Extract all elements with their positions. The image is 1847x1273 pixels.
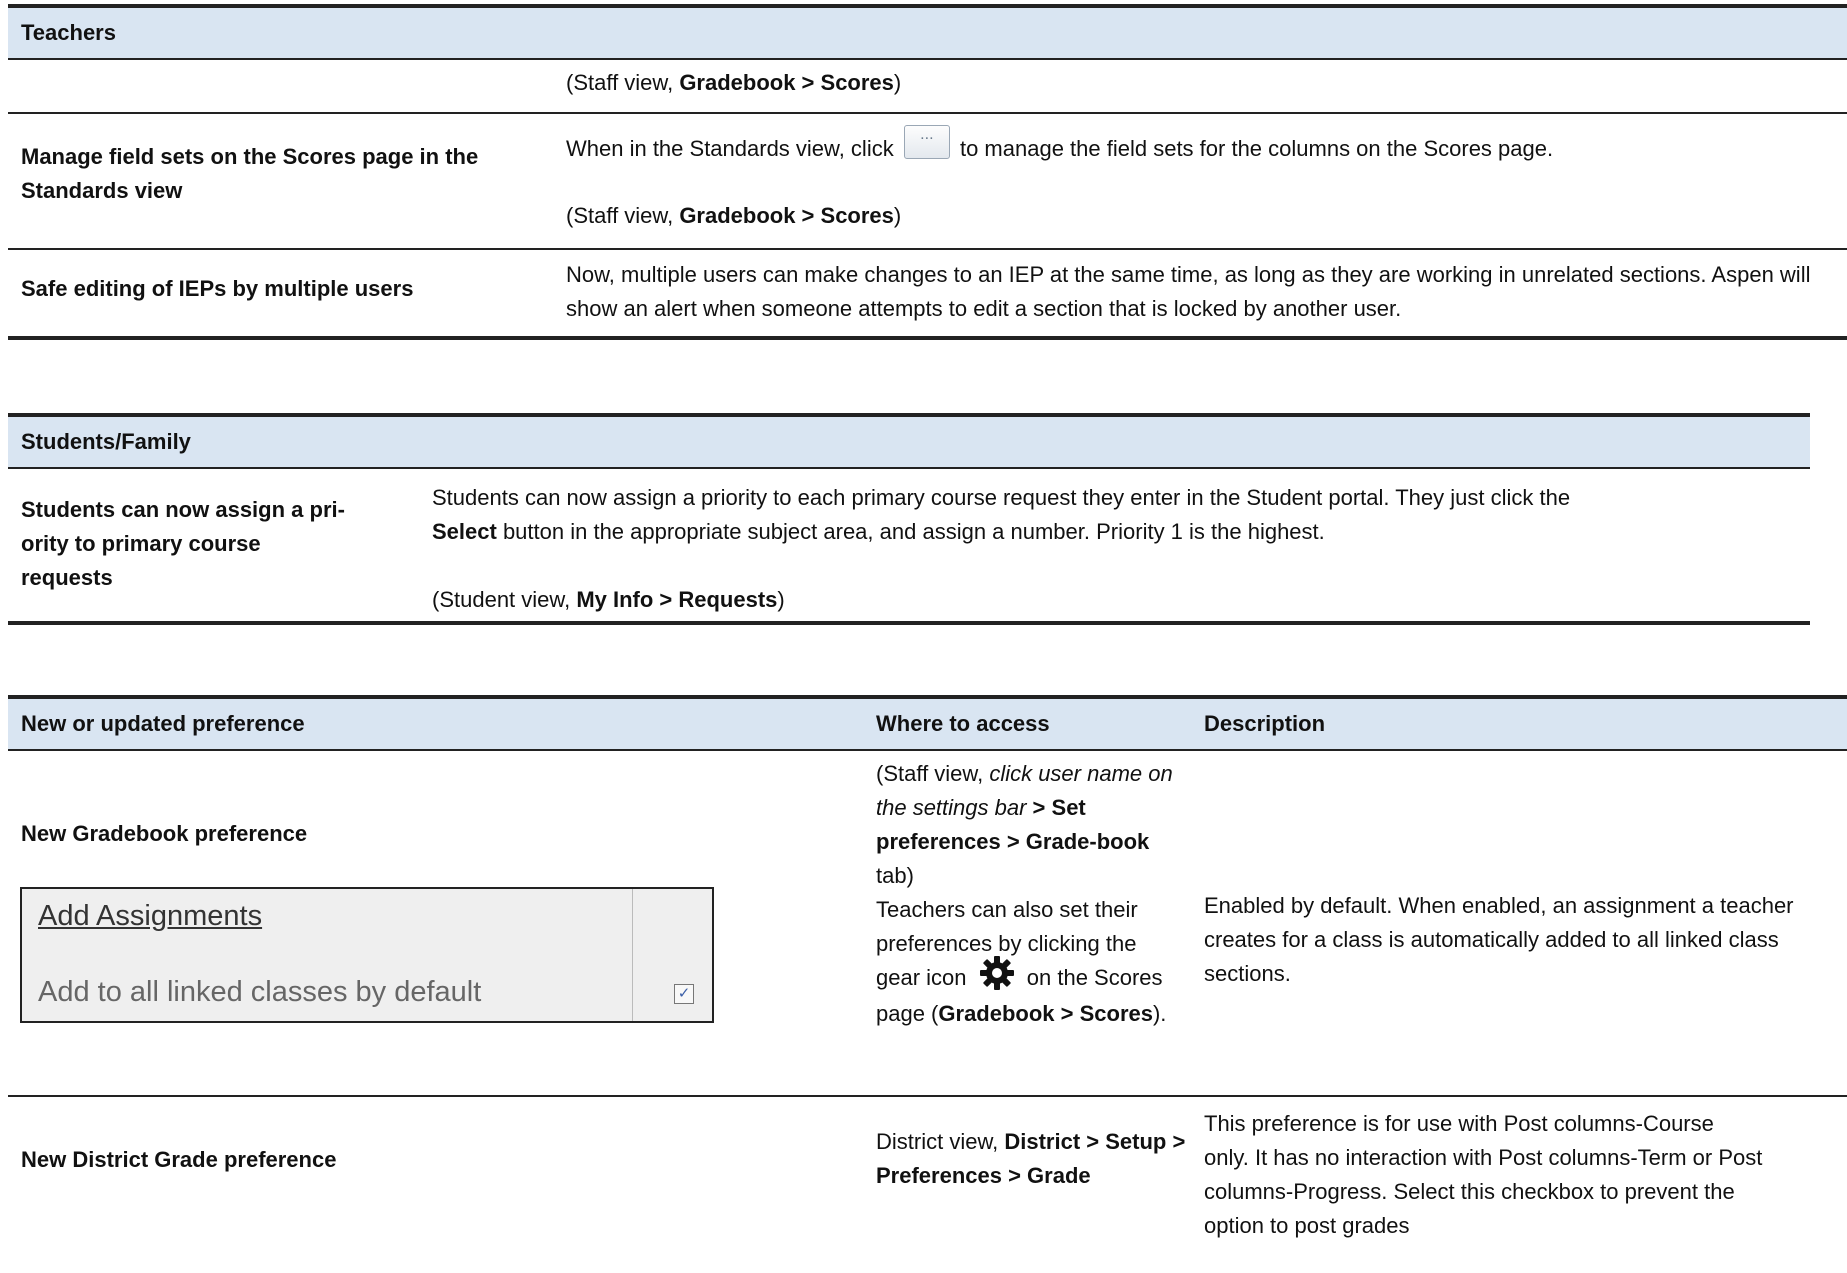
table-row: Manage field sets on the Scores page in …	[8, 114, 1847, 250]
field-sets-button[interactable]: ...	[903, 125, 950, 160]
students-table: Students/Family Students can now assign …	[8, 413, 1810, 625]
students-header-label: Students/Family	[21, 429, 191, 454]
column-header-access: Where to access	[876, 711, 1050, 736]
preferences-header: New or updated preference Where to acces…	[8, 699, 1847, 751]
checkbox-label: Add to all linked classes by default	[38, 976, 482, 1008]
teachers-table: Teachers (Staff view, Gradebook > Scores…	[8, 4, 1847, 340]
table-row: New Gradebook preference Add Assignments…	[8, 751, 1847, 1097]
table-row: Students can now assign a pri- ority to …	[8, 469, 1810, 621]
access-cell: (Staff view, Gradebook > Scores)	[566, 203, 902, 228]
students-header: Students/Family	[8, 417, 1810, 469]
access-cell: (Staff view, click user name on the sett…	[876, 761, 1173, 1027]
feature-label: Manage field sets on the Scores page in …	[21, 144, 479, 203]
gradebook-preferences-panel: Add Assignments Add to all linked classe…	[20, 887, 714, 1023]
table-row: New District Grade preference District v…	[8, 1097, 1847, 1267]
linked-classes-checkbox[interactable]: ✓	[674, 984, 694, 1004]
preferences-table: New or updated preference Where to acces…	[8, 695, 1847, 1273]
column-header-description: Description	[1204, 711, 1326, 736]
checkmark-icon: ✓	[677, 985, 691, 1002]
column-header-preference: New or updated preference	[21, 711, 305, 736]
add-assignments-link[interactable]: Add Assignments	[38, 899, 262, 933]
description-cell: Enabled by default. When enabled, an ass…	[1204, 893, 1794, 986]
feature-label: Safe editing of IEPs by multiple users	[21, 276, 414, 301]
description-cell: Students can now assign a priority to ea…	[432, 485, 1571, 544]
preference-name: New Gradebook preference	[21, 821, 308, 846]
feature-label: Students can now assign a pri- ority to …	[21, 497, 345, 590]
access-cell: (Staff view, Gradebook > Scores)	[566, 70, 902, 95]
description-cell: This preference is for use with Post col…	[1204, 1111, 1763, 1238]
table-row: (Staff view, Gradebook > Scores)	[8, 60, 1847, 114]
ellipsis-icon: ...	[920, 126, 934, 144]
description-cell: Now, multiple users can make changes to …	[566, 262, 1811, 321]
teachers-header: Teachers	[8, 8, 1847, 60]
preference-name: New District Grade preference	[21, 1147, 337, 1172]
access-cell: (Student view, My Info > Requests)	[432, 587, 785, 612]
table-row: Safe editing of IEPs by multiple users N…	[8, 250, 1847, 336]
teachers-header-label: Teachers	[21, 20, 116, 45]
gear-icon	[979, 956, 1014, 991]
access-cell: District view, District > Setup > Prefer…	[876, 1129, 1186, 1188]
description-cell: When in the Standards view, click ... to…	[566, 125, 1554, 161]
